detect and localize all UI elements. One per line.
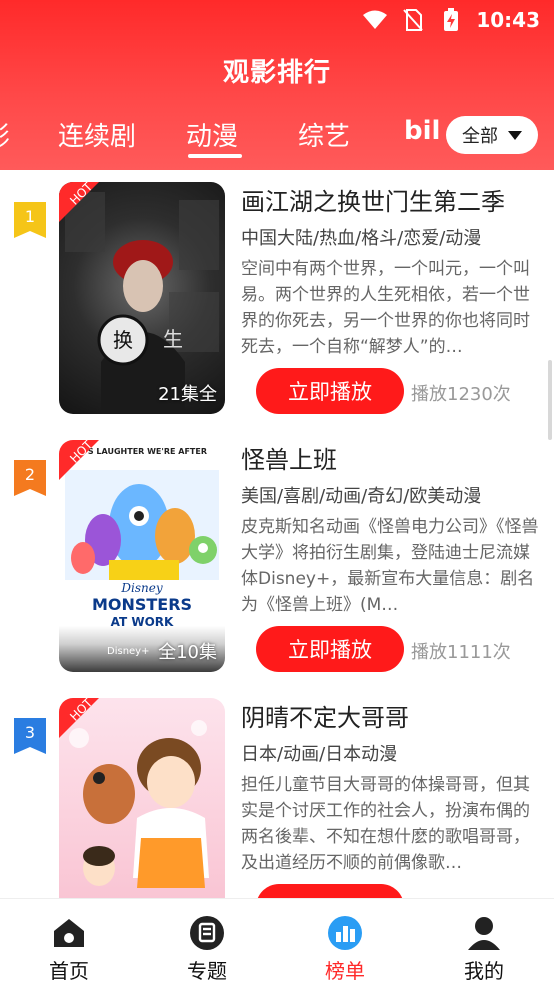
tab-series[interactable]: 连续剧: [58, 116, 136, 153]
profile-icon: [464, 913, 504, 953]
ranking-icon: [325, 913, 365, 953]
item-tags: 美国/喜剧/动画/奇幻/欧美动漫: [241, 486, 482, 507]
nav-topic[interactable]: 专题: [172, 913, 242, 984]
play-button[interactable]: 立即播放: [256, 368, 404, 414]
battery-charging-icon: [438, 8, 464, 31]
nav-home[interactable]: 首页: [34, 913, 104, 984]
home-icon: [49, 913, 89, 953]
item-description: 皮克斯知名动画《怪兽电力公司》《怪兽大学》将拍衍生剧集，登陆迪士尼流媒体Disn…: [241, 517, 539, 615]
play-button[interactable]: [256, 884, 404, 898]
nav-topic-label: 专题: [187, 959, 227, 983]
rank-number: 2: [24, 465, 36, 484]
topic-icon: [187, 913, 227, 953]
episode-count: 全10集: [158, 642, 217, 663]
nav-profile-label: 我的: [464, 959, 504, 983]
ranking-list: 1 换 生 HOT 21集全 画江湖之换世门生第二季 中国大陆/热血/格斗/恋爱…: [0, 170, 554, 898]
tab-anime[interactable]: 动漫: [186, 116, 238, 153]
poster-image[interactable]: IT'S LAUGHTER WE'RE AFTER Disney MONSTER…: [59, 440, 225, 672]
item-description: 担任儿童节目大哥哥的体操哥哥，但其实是个讨厌工作的社会人，扮演布偶的两名後辈、不…: [241, 775, 530, 873]
list-item[interactable]: 1 换 生 HOT 21集全 画江湖之换世门生第二季 中国大陆/热血/格斗/恋爱…: [0, 170, 554, 420]
filter-dropdown[interactable]: 全部: [446, 116, 538, 154]
svg-text:换: 换: [113, 328, 133, 352]
item-description: 空间中有两个世界，一个叫元，一个叫易。两个世界的人生死相依，若一个世界的你死去，…: [241, 259, 530, 357]
rank-badge: 2: [14, 460, 46, 496]
page-title: 观影排行: [222, 58, 331, 88]
tab-movie[interactable]: 影: [0, 116, 10, 153]
nav-profile[interactable]: 我的: [449, 913, 519, 984]
list-item[interactable]: 2 IT'S LAUGHTER WE'RE AFTER Disney MONST…: [0, 428, 554, 678]
list-item[interactable]: 3 HOT 阴晴不定大哥哥 日本/动画/日本动漫 担任儿童节目大哥哥的体操哥哥，…: [0, 686, 554, 898]
scrollbar[interactable]: [548, 360, 552, 440]
hot-ribbon: HOT: [59, 182, 99, 222]
item-title[interactable]: 画江湖之换世门生第二季: [241, 182, 505, 217]
item-tags: 中国大陆/热血/格斗/恋爱/动漫: [241, 228, 482, 249]
nav-home-label: 首页: [49, 959, 89, 983]
tab-variety[interactable]: 综艺: [298, 116, 350, 153]
poster-title-b: AT WORK: [111, 615, 174, 629]
poster-brand: Disney: [120, 581, 162, 595]
poster-title-a: MONSTERS: [92, 595, 192, 614]
item-title[interactable]: 阴晴不定大哥哥: [241, 698, 409, 733]
tab-bilibili[interactable]: bil: [404, 116, 440, 146]
tab-indicator: [188, 154, 242, 158]
filter-label: 全部: [462, 126, 498, 147]
episode-count: 21集全: [158, 384, 217, 405]
poster-image[interactable]: 换 生 HOT 21集全: [59, 182, 225, 414]
play-count: 播放1111次: [411, 642, 511, 663]
item-tags: 日本/动画/日本动漫: [241, 744, 398, 765]
play-count: 播放1230次: [411, 384, 511, 405]
hot-ribbon: HOT: [59, 698, 99, 738]
nav-ranking-label: 榜单: [325, 959, 365, 983]
rank-number: 1: [24, 207, 36, 226]
status-time: 10:43: [476, 8, 540, 32]
rank-number: 3: [24, 723, 36, 742]
poster-footer: Disney+: [107, 646, 149, 657]
play-button[interactable]: 立即播放: [256, 626, 404, 672]
wifi-icon: [362, 9, 388, 31]
nav-ranking[interactable]: 榜单: [310, 913, 380, 984]
bottom-nav: 首页 专题 榜单 我的: [0, 898, 554, 986]
rank-badge: 1: [14, 202, 46, 238]
status-bar: 10:43: [362, 6, 540, 34]
rank-badge: 3: [14, 718, 46, 754]
no-sim-icon: [400, 9, 426, 31]
item-title[interactable]: 怪兽上班: [241, 440, 337, 475]
caret-down-icon: [508, 130, 522, 140]
svg-text:生: 生: [163, 327, 183, 351]
hot-ribbon: HOT: [59, 440, 99, 480]
header: 10:43 观影排行 影 连续剧 动漫 综艺 bil 全部: [0, 0, 554, 170]
poster-image[interactable]: HOT: [59, 698, 225, 898]
